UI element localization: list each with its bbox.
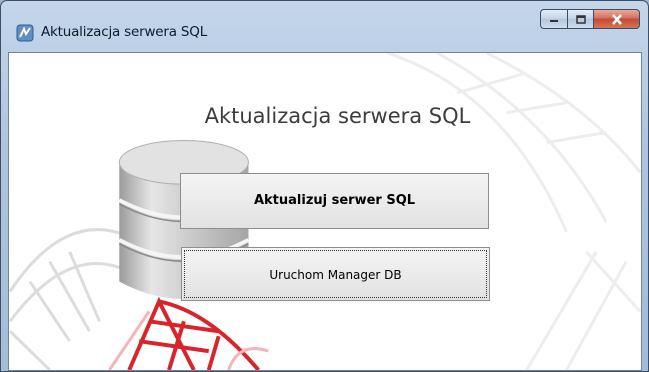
app-icon (16, 24, 34, 42)
caption-buttons (540, 9, 640, 30)
maximize-button[interactable] (567, 9, 594, 29)
launch-db-manager-button[interactable]: Uruchom Manager DB (181, 247, 490, 301)
launch-db-manager-label: Uruchom Manager DB (184, 250, 487, 298)
client-area: Aktualizacja serwera SQL Aktualizuj serw… (8, 52, 642, 371)
close-icon (611, 13, 622, 25)
title-bar[interactable]: Aktualizacja serwera SQL (1, 1, 648, 45)
minimize-button[interactable] (540, 9, 567, 29)
app-window: Aktualizacja serwera SQL Aktualizacja se… (0, 0, 649, 372)
window-title: Aktualizacja serwera SQL (41, 24, 208, 40)
close-button[interactable] (594, 9, 640, 29)
maximize-icon (575, 14, 586, 24)
update-sql-server-button[interactable]: Aktualizuj serwer SQL (180, 173, 489, 229)
minimize-icon (550, 20, 558, 22)
page-title: Aktualizacja serwera SQL (204, 104, 471, 128)
